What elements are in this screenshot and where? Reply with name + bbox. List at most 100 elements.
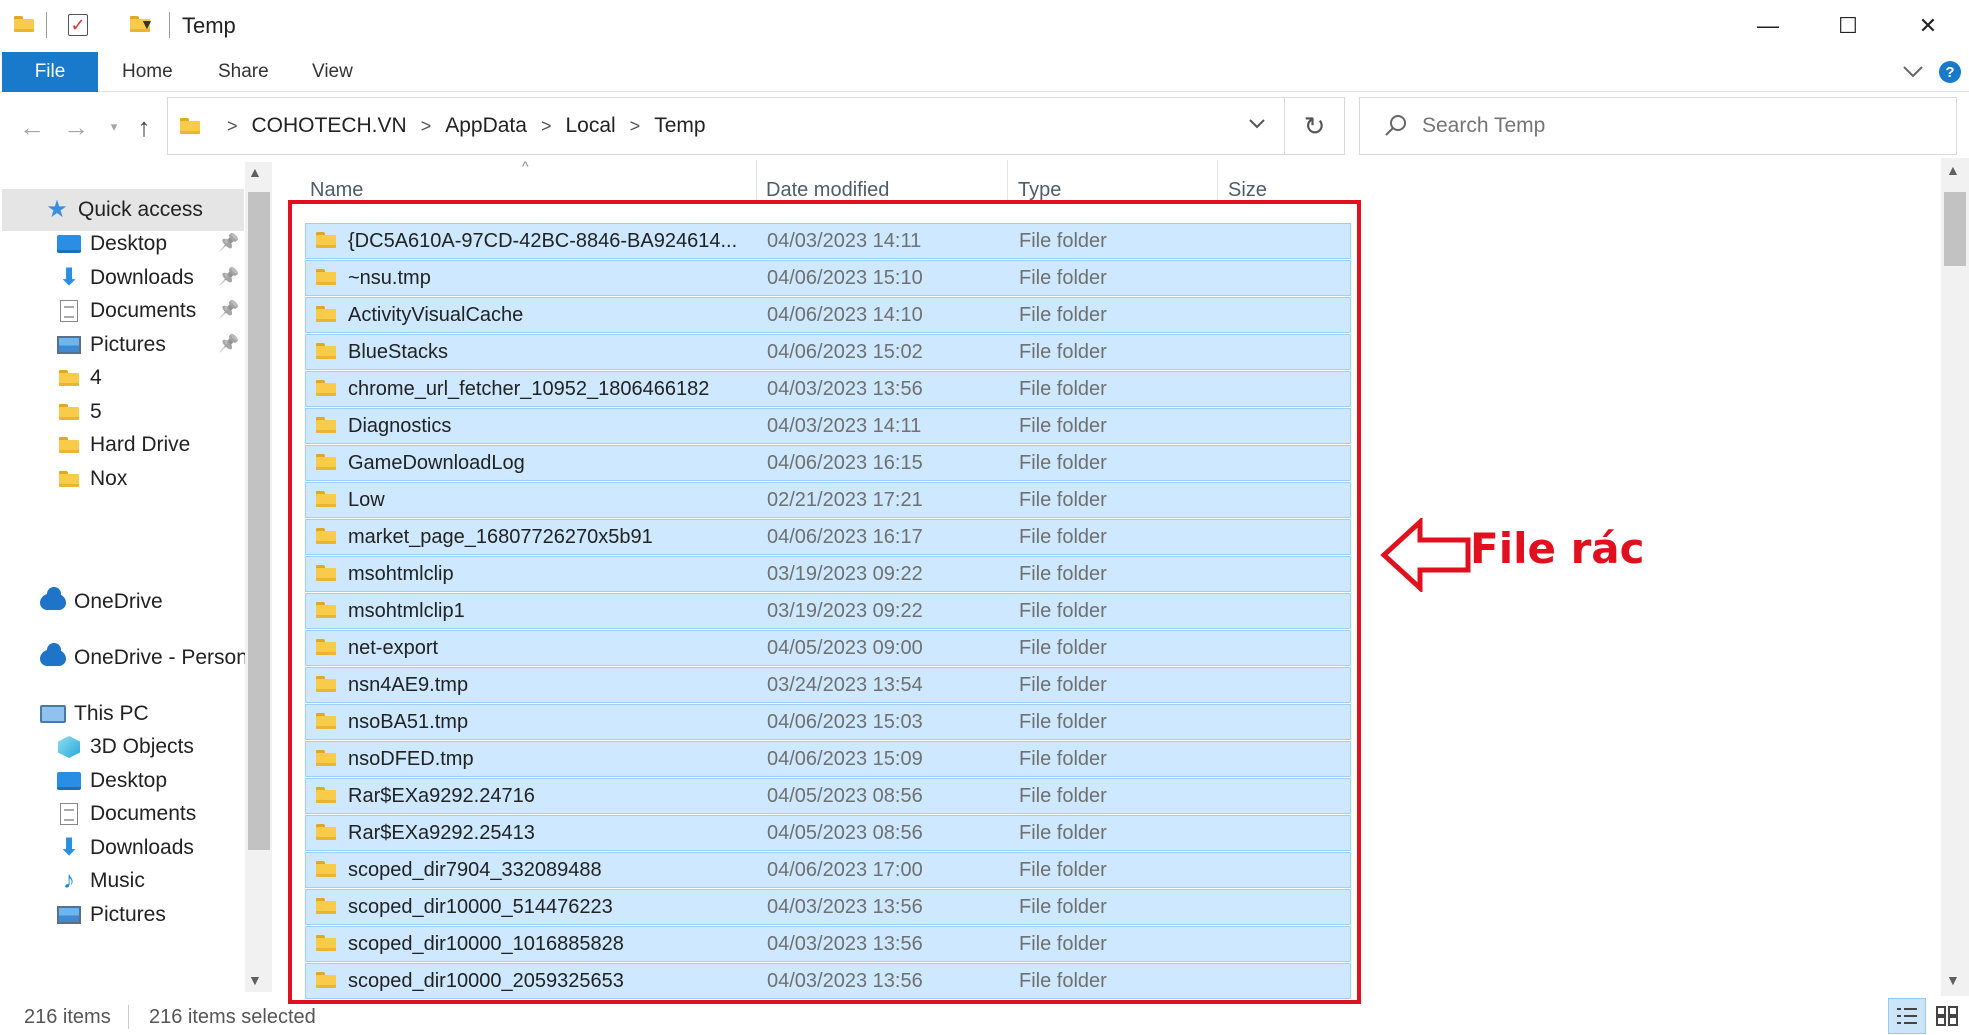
nav-onedrive-personal[interactable]: OneDrive - Person [40, 638, 248, 678]
nav-label: Documents [90, 299, 197, 322]
pin-icon[interactable]: 📌 [218, 233, 239, 253]
computer-icon [40, 705, 66, 723]
nav-label: Downloads [90, 265, 194, 289]
up-arrow-icon[interactable]: ↑ [126, 104, 162, 150]
nav-label: OneDrive [74, 590, 163, 613]
tab-file[interactable]: File [2, 52, 98, 92]
forward-arrow-icon[interactable]: → [58, 104, 94, 150]
column-divider[interactable] [1007, 160, 1008, 204]
annotation-arrow-icon [1380, 518, 1471, 592]
breadcrumb: > COHOTECH.VN > AppData > Local > Temp [213, 98, 706, 154]
nav-label: Desktop [90, 232, 168, 255]
file-list-scrollbar-thumb[interactable] [1944, 192, 1966, 266]
pin-icon[interactable]: 📌 [218, 300, 239, 320]
nav-label: Hard Drive [90, 433, 191, 456]
status-bar: 216 items 216 items selected [0, 1000, 1969, 1035]
music-icon: ♪ [63, 867, 75, 894]
breadcrumb-item[interactable]: AppData [445, 114, 527, 138]
nav-pc-item[interactable]: Pictures [56, 895, 166, 935]
scroll-up-icon[interactable]: ▲ [248, 164, 262, 180]
tab-home[interactable]: Home [122, 52, 173, 92]
scroll-down-icon[interactable]: ▼ [248, 972, 262, 988]
nav-label: This PC [74, 702, 149, 725]
nav-label: 3D Objects [90, 735, 194, 758]
folder-icon [59, 370, 79, 386]
pictures-icon [57, 905, 81, 924]
nav-label: Music [90, 869, 145, 892]
details-view-icon[interactable] [1888, 998, 1926, 1034]
nav-scrollbar-thumb[interactable] [248, 192, 270, 850]
selected-count: 216 items selected [149, 1006, 316, 1028]
address-bar[interactable]: > COHOTECH.VN > AppData > Local > Temp [167, 97, 1285, 155]
annotation-label: File rác [1470, 524, 1645, 573]
chevron-right-icon[interactable]: > [630, 116, 641, 137]
nav-label: Quick access [78, 198, 203, 221]
close-button[interactable]: ✕ [1888, 0, 1968, 52]
pin-icon[interactable]: 📌 [218, 334, 239, 354]
column-divider[interactable] [1217, 160, 1218, 204]
pictures-icon [57, 335, 81, 354]
divider [169, 12, 170, 38]
breadcrumb-item[interactable]: COHOTECH.VN [252, 114, 407, 138]
annotation-highlight-box [288, 200, 1361, 1004]
breadcrumb-item[interactable]: Temp [654, 114, 705, 138]
nav-label: Pictures [90, 902, 166, 926]
scroll-up-icon[interactable]: ▲ [1946, 162, 1960, 178]
minimize-button[interactable]: — [1728, 0, 1808, 52]
chevron-right-icon[interactable]: > [421, 116, 432, 137]
file-list-scrollbar[interactable] [1941, 158, 1969, 996]
nav-label: 4 [90, 366, 102, 389]
folder-icon [180, 118, 200, 134]
tab-share[interactable]: Share [218, 52, 269, 92]
window-title: Temp [182, 13, 236, 38]
help-icon[interactable]: ? [1938, 52, 1962, 92]
download-icon: ⬇ [58, 833, 80, 861]
breadcrumb-item[interactable]: Local [565, 114, 615, 138]
nav-quick-item[interactable]: Nox [56, 459, 127, 499]
search-box [1359, 97, 1957, 155]
chevron-down-icon[interactable] [1248, 117, 1266, 135]
nav-label: Desktop [90, 768, 168, 792]
nav-label: Nox [90, 466, 128, 490]
nav-onedrive[interactable]: OneDrive [40, 582, 163, 622]
nav-label: 5 [90, 399, 102, 423]
folder-icon [14, 16, 34, 32]
folder-icon [59, 403, 79, 420]
customize-quick-access-icon[interactable]: ▼ [140, 16, 154, 32]
back-arrow-icon[interactable]: ← [14, 104, 50, 150]
nav-label: Documents [90, 802, 197, 825]
title-bar: ✓ ▼ Temp — ☐ ✕ [0, 0, 1969, 52]
nav-label: OneDrive - Person [74, 646, 248, 669]
document-icon [60, 300, 78, 322]
navigation-pane: ★ Quick access Desktop 📌 ⬇ Downloads 📌 Docume… [0, 162, 272, 992]
chevron-down-icon[interactable] [1902, 52, 1924, 92]
desktop-icon [57, 771, 81, 790]
sort-ascending-icon: ^ [522, 158, 529, 174]
search-input[interactable] [1420, 108, 1940, 144]
desktop-icon [57, 235, 81, 253]
tab-view[interactable]: View [312, 52, 353, 92]
download-icon: ⬇ [58, 263, 80, 291]
document-icon [60, 803, 78, 825]
folder-icon [59, 470, 79, 487]
scroll-down-icon[interactable]: ▼ [1946, 972, 1960, 988]
search-icon [1382, 112, 1410, 140]
chevron-right-icon[interactable]: > [227, 116, 238, 137]
divider [46, 12, 47, 38]
large-icons-view-icon[interactable] [1928, 998, 1966, 1034]
divider [128, 1005, 129, 1029]
onedrive-icon [40, 587, 66, 610]
svg-text:?: ? [1945, 64, 1954, 81]
3d-objects-icon [58, 736, 80, 758]
properties-icon[interactable]: ✓ [68, 14, 88, 36]
maximize-button[interactable]: ☐ [1808, 0, 1888, 52]
onedrive-icon [40, 643, 66, 666]
nav-label: Pictures [90, 332, 166, 356]
column-divider[interactable] [756, 160, 757, 204]
refresh-button[interactable]: ↻ [1285, 97, 1345, 155]
folder-icon [59, 437, 79, 453]
chevron-right-icon[interactable]: > [541, 116, 552, 137]
item-count: 216 items [24, 1006, 111, 1028]
ribbon: File Home Share View ? [0, 52, 1969, 92]
pin-icon[interactable]: 📌 [218, 267, 239, 287]
